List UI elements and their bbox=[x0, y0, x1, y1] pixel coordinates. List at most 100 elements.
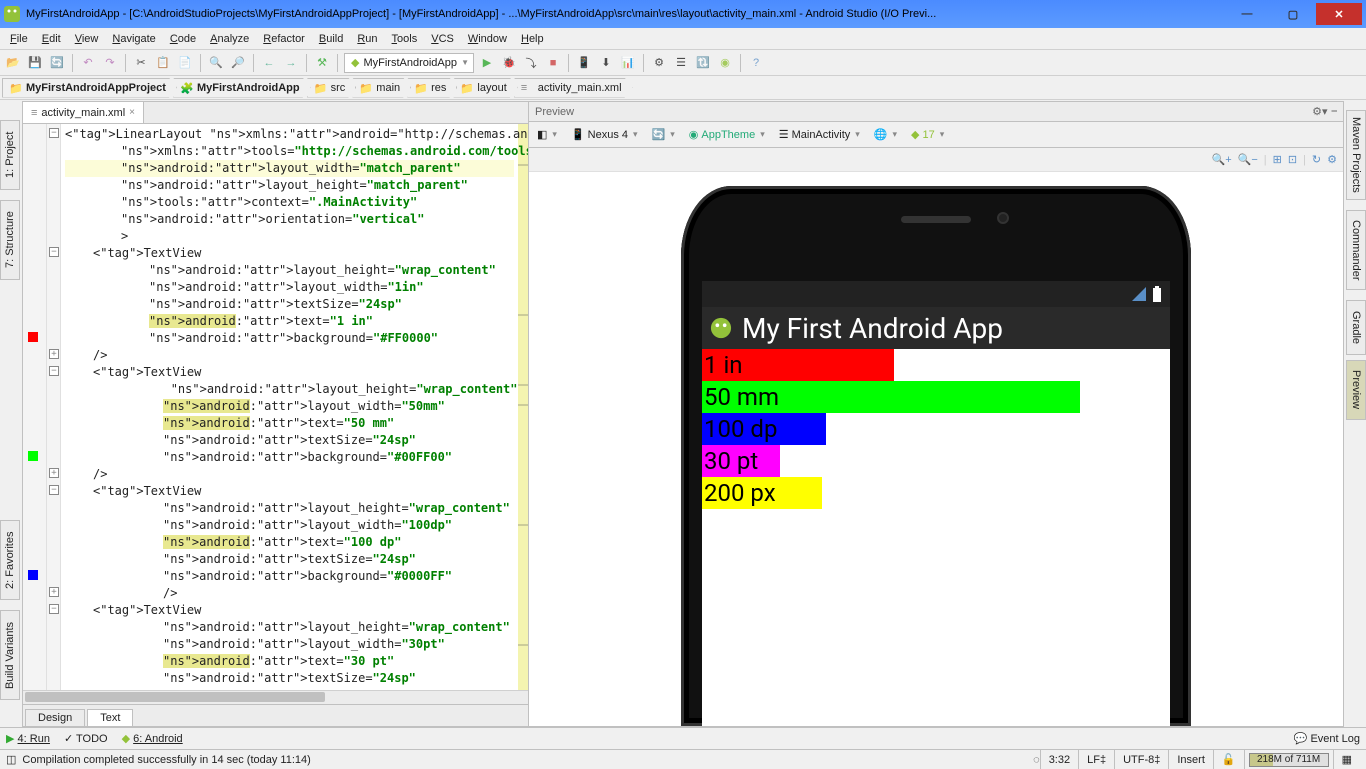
cut-icon[interactable]: ✂ bbox=[132, 54, 150, 72]
code-line[interactable]: <"tag">TextView bbox=[65, 364, 514, 381]
code-line[interactable]: "ns">android:"attr">layout_height="wrap_… bbox=[65, 381, 514, 398]
gear-icon[interactable]: ⚙▾ bbox=[1312, 105, 1327, 118]
help-icon[interactable]: ? bbox=[747, 54, 765, 72]
sdk-icon[interactable]: ⬇ bbox=[597, 54, 615, 72]
fold-toggle[interactable]: + bbox=[49, 468, 59, 478]
cursor-position[interactable]: 3:32 bbox=[1040, 750, 1078, 769]
android-icon[interactable]: ◉ bbox=[716, 54, 734, 72]
settings-preview-icon[interactable]: ⚙ bbox=[1327, 153, 1337, 166]
breadcrumb-item[interactable]: 📁res bbox=[407, 78, 457, 98]
refresh-icon[interactable]: ↻ bbox=[1312, 153, 1321, 166]
device-drop[interactable]: 📱 Nexus 4 bbox=[567, 125, 642, 145]
run-icon[interactable]: ▶ bbox=[478, 54, 496, 72]
sidebar-tab-preview[interactable]: Preview bbox=[1346, 360, 1366, 420]
zoom-actual-icon[interactable]: ⊡ bbox=[1288, 153, 1297, 166]
close-button[interactable]: ✕ bbox=[1316, 3, 1362, 25]
code-line[interactable]: "ns">android:"attr">textSize="24sp" bbox=[65, 551, 514, 568]
orientation-drop[interactable]: 🔄 bbox=[648, 125, 679, 145]
maximize-button[interactable]: ▢ bbox=[1270, 3, 1316, 25]
menu-file[interactable]: File bbox=[4, 31, 34, 47]
structure-icon[interactable]: ☰ bbox=[672, 54, 690, 72]
sidebar-tab-favorites[interactable]: 2: Favorites bbox=[0, 520, 20, 600]
color-gutter-icon[interactable] bbox=[28, 570, 38, 580]
horizontal-scrollbar[interactable] bbox=[23, 690, 528, 704]
breadcrumb-item[interactable]: 🧩MyFirstAndroidApp bbox=[173, 78, 311, 98]
zoom-fit-icon[interactable]: ⊞ bbox=[1273, 153, 1282, 166]
sidebar-tab-structure[interactable]: 7: Structure bbox=[0, 200, 20, 280]
fold-toggle[interactable]: + bbox=[49, 349, 59, 359]
sidebar-tab-maven[interactable]: Maven Projects bbox=[1346, 110, 1366, 200]
fold-toggle[interactable]: − bbox=[49, 485, 59, 495]
code-line[interactable]: /> bbox=[65, 466, 514, 483]
copy-icon[interactable]: 📋 bbox=[154, 54, 172, 72]
text-tab[interactable]: Text bbox=[87, 709, 133, 726]
fold-toggle[interactable]: − bbox=[49, 366, 59, 376]
fold-toggle[interactable]: − bbox=[49, 604, 59, 614]
fold-toggle[interactable]: − bbox=[49, 247, 59, 257]
design-tab[interactable]: Design bbox=[25, 709, 85, 726]
sidebar-tab-project[interactable]: 1: Project bbox=[0, 120, 20, 190]
menu-refactor[interactable]: Refactor bbox=[257, 31, 311, 47]
code-line[interactable]: "ns">xmlns:"attr">tools="http://schemas.… bbox=[65, 143, 514, 160]
code-line[interactable]: <"tag">TextView bbox=[65, 602, 514, 619]
back-icon[interactable]: ← bbox=[260, 54, 278, 72]
render-config-drop[interactable]: ◧ bbox=[533, 125, 561, 145]
code-line[interactable]: > bbox=[65, 228, 514, 245]
error-stripe[interactable] bbox=[518, 124, 528, 690]
code-line[interactable]: <"tag">TextView bbox=[65, 483, 514, 500]
stop-icon[interactable]: ■ bbox=[544, 54, 562, 72]
zoom-out-icon[interactable]: 🔍− bbox=[1238, 153, 1258, 166]
undo-icon[interactable]: ↶ bbox=[79, 54, 97, 72]
locale-drop[interactable]: 🌐 bbox=[870, 125, 901, 145]
code-line[interactable]: "ns">android:"attr">textSize="24sp" bbox=[65, 296, 514, 313]
monitor-icon[interactable]: 📊 bbox=[619, 54, 637, 72]
sidebar-tab-commander[interactable]: Commander bbox=[1346, 210, 1366, 290]
android-toolwindow[interactable]: ◆ 6: Android bbox=[122, 732, 183, 745]
api-drop[interactable]: ◆ 17 bbox=[907, 125, 948, 145]
code-line[interactable]: "ns">android:"attr">background="#00FF00" bbox=[65, 449, 514, 466]
code-line[interactable]: /> bbox=[65, 347, 514, 364]
code-line[interactable]: "ns">android:"attr">text="100 dp" bbox=[65, 534, 514, 551]
zoom-in-icon[interactable]: 🔍+ bbox=[1212, 153, 1232, 166]
preview-textview[interactable]: 100 dp bbox=[702, 413, 826, 445]
code-line[interactable]: <"tag">TextView bbox=[65, 245, 514, 262]
find-icon[interactable]: 🔍 bbox=[207, 54, 225, 72]
sidebar-tab-gradle[interactable]: Gradle bbox=[1346, 300, 1366, 355]
todo-toolwindow[interactable]: ✓ TODO bbox=[64, 732, 108, 745]
code-line[interactable]: "ns">tools:"attr">context=".MainActivity… bbox=[65, 194, 514, 211]
trash-icon[interactable]: ▦ bbox=[1333, 750, 1360, 769]
status-scope-icon[interactable]: ◫ bbox=[6, 753, 16, 766]
menu-navigate[interactable]: Navigate bbox=[106, 31, 161, 47]
menu-run[interactable]: Run bbox=[351, 31, 383, 47]
breadcrumb-item[interactable]: ≡activity_main.xml bbox=[514, 78, 633, 98]
color-gutter-icon[interactable] bbox=[28, 332, 38, 342]
code-line[interactable]: "ns">android:"attr">orientation="vertica… bbox=[65, 211, 514, 228]
color-gutter-icon[interactable] bbox=[28, 451, 38, 461]
sync-gradle-icon[interactable]: 🔃 bbox=[694, 54, 712, 72]
preview-textview[interactable]: 200 px bbox=[702, 477, 822, 509]
code-line[interactable]: "ns">android:"attr">layout_width="100dp" bbox=[65, 517, 514, 534]
code-line[interactable]: "ns">android:"attr">layout_width="match_… bbox=[65, 160, 514, 177]
line-ending[interactable]: LF ‡ bbox=[1078, 750, 1114, 769]
menu-window[interactable]: Window bbox=[462, 31, 513, 47]
fold-toggle[interactable]: + bbox=[49, 587, 59, 597]
menu-code[interactable]: Code bbox=[164, 31, 202, 47]
avd-icon[interactable]: 📱 bbox=[575, 54, 593, 72]
preview-textview[interactable]: 1 in bbox=[702, 349, 894, 381]
code-editor[interactable]: −−+−+−+− <"tag">LinearLayout "ns">xmlns:… bbox=[23, 124, 528, 690]
minimize-button[interactable]: — bbox=[1224, 3, 1270, 25]
code-line[interactable]: "ns">android:"attr">layout_width="30pt" bbox=[65, 636, 514, 653]
insert-mode[interactable]: Insert bbox=[1168, 750, 1213, 769]
code-line[interactable]: "ns">android:"attr">layout_height="wrap_… bbox=[65, 619, 514, 636]
code-line[interactable]: "ns">android:"attr">textSize="24sp" bbox=[65, 432, 514, 449]
run-config-select[interactable]: ◆ MyFirstAndroidApp bbox=[344, 53, 474, 73]
editor-tab-activity-main[interactable]: ≡ activity_main.xml × bbox=[23, 102, 144, 123]
open-icon[interactable]: 📂 bbox=[4, 54, 22, 72]
sync-icon[interactable]: 🔄 bbox=[48, 54, 66, 72]
build-icon[interactable]: ⚒ bbox=[313, 54, 331, 72]
breadcrumb-item[interactable]: 📁MyFirstAndroidAppProject bbox=[2, 78, 177, 98]
preview-textview[interactable]: 50 mm bbox=[702, 381, 1080, 413]
code-line[interactable]: "ns">android:"attr">layout_width="50mm" bbox=[65, 398, 514, 415]
settings-icon[interactable]: ⚙ bbox=[650, 54, 668, 72]
event-log[interactable]: 💬 Event Log bbox=[1294, 732, 1360, 745]
